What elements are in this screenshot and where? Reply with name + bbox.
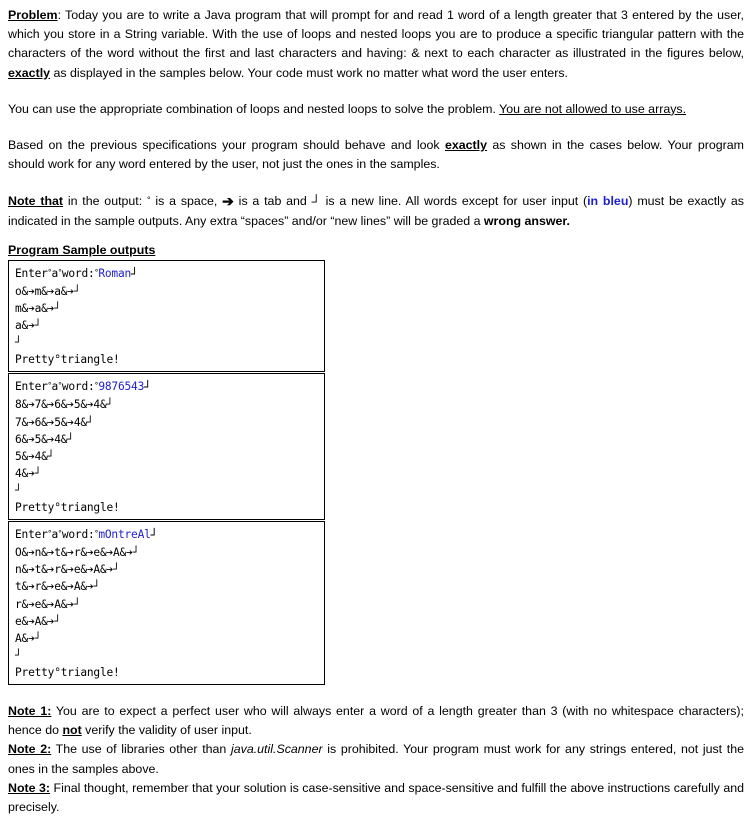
sample-output-line: O&➔n&➔t&➔r&➔e&➔A&➔┘ bbox=[15, 546, 140, 560]
sample-prompt-line: Enter°a°word:°Roman┘ bbox=[15, 264, 324, 283]
note-1: Note 1: You are to expect a perfect user… bbox=[8, 702, 744, 740]
sample-output-list: Enter°a°word:°Roman┘ o&➔m&➔a&➔┘ m&➔a&➔┘ … bbox=[8, 259, 325, 685]
notes-section: Note 1: You are to expect a perfect user… bbox=[8, 702, 744, 817]
note-2-label: Note 2: bbox=[8, 742, 52, 757]
note-2-italic: java.util.Scanner bbox=[230, 742, 323, 757]
note-that-seg4: is a new line. All words except for user… bbox=[320, 194, 588, 209]
note-2: Note 2: The use of libraries other than … bbox=[8, 740, 744, 778]
sample-output-line: o&➔m&➔a&➔┘ bbox=[15, 284, 81, 298]
behavior-paragraph: Based on the previous specifications you… bbox=[8, 136, 744, 174]
sample-output-line: t&➔r&➔e&➔A&➔┘ bbox=[15, 580, 100, 594]
sample-output-line: e&➔A&➔┘ bbox=[15, 614, 61, 628]
arrays-rule-text: You can use the appropriate combination … bbox=[8, 101, 500, 116]
arrays-rule-underlined: You are not allowed to use arrays. bbox=[499, 101, 687, 116]
newline-symbol-icon: ┘ bbox=[150, 528, 158, 543]
sample-output-line: ┘ bbox=[15, 648, 22, 662]
sample-output-line: Pretty°triangle! bbox=[15, 353, 120, 367]
sample-output-line: a&➔┘ bbox=[15, 319, 42, 333]
problem-emphasis: exactly bbox=[8, 65, 51, 80]
prompt-prefix: Enter bbox=[15, 528, 48, 542]
sample-output-box-3: Enter°a°word:°mOntreAl┘ O&➔n&➔t&➔r&➔e&➔A… bbox=[8, 521, 325, 685]
prompt-prefix: Enter bbox=[15, 266, 48, 280]
note-2-text: The use of libraries other than bbox=[51, 742, 231, 757]
wrong-answer-emphasis: wrong answer. bbox=[483, 213, 570, 228]
prompt-word-2: word: bbox=[61, 266, 95, 280]
sample-output-line: Pretty°triangle! bbox=[15, 665, 120, 679]
sample-output-line: ┘ bbox=[15, 483, 22, 497]
sample-output-box-1: Enter°a°word:°Roman┘ o&➔m&➔a&➔┘ m&➔a&➔┘ … bbox=[8, 259, 325, 373]
note-that-seg1: in the output: bbox=[63, 194, 147, 209]
note-that-seg2: is a space, bbox=[150, 194, 223, 209]
sample-output-line: 4&➔┘ bbox=[15, 466, 42, 480]
paragraph-spacer-4 bbox=[8, 231, 744, 242]
newline-symbol-icon: ┘ bbox=[144, 380, 152, 395]
sample-output-line: Pretty°triangle! bbox=[15, 501, 120, 515]
prompt-word-2: word: bbox=[61, 528, 95, 542]
sample-output-line: 6&➔5&➔4&┘ bbox=[15, 432, 74, 446]
note-that-label: Note that bbox=[8, 194, 64, 209]
note-1-label: Note 1: bbox=[8, 703, 52, 718]
note-1-text-after: verify the validity of user input. bbox=[81, 723, 252, 738]
sample-output-line: 5&➔4&┘ bbox=[15, 449, 55, 463]
problem-text: : Today you are to write a Java program … bbox=[8, 8, 744, 61]
paragraph-spacer-3 bbox=[8, 174, 744, 191]
prompt-prefix: Enter bbox=[15, 380, 48, 394]
newline-symbol-icon: ┘ bbox=[311, 194, 321, 210]
prompt-word-2: word: bbox=[61, 380, 95, 394]
problem-paragraph: Problem: Today you are to write a Java p… bbox=[8, 6, 744, 83]
note-that-seg3: is a tab and bbox=[233, 194, 312, 209]
sample-output-line: m&➔a&➔┘ bbox=[15, 302, 61, 316]
sample-output-line: 7&➔6&➔5&➔4&┘ bbox=[15, 415, 94, 429]
arrays-rule-paragraph: You can use the appropriate combination … bbox=[8, 100, 744, 119]
user-input-value: 9876543 bbox=[98, 380, 145, 394]
behavior-emphasis: exactly bbox=[444, 138, 488, 153]
paragraph-spacer-2 bbox=[8, 119, 744, 136]
note-3-label: Note 3: bbox=[8, 780, 51, 795]
sample-output-line: ┘ bbox=[15, 336, 22, 350]
note-that-paragraph: Note that in the output: ° is a space, ➔… bbox=[8, 191, 744, 230]
tab-symbol-icon: ➔ bbox=[222, 193, 234, 210]
problem-label: Problem bbox=[8, 8, 58, 22]
samples-heading: Program Sample outputs bbox=[8, 242, 156, 257]
sample-output-line: n&➔t&➔r&➔e&➔A&➔┘ bbox=[15, 563, 120, 577]
sample-output-line: 8&➔7&➔6&➔5&➔4&┘ bbox=[15, 398, 114, 412]
user-input-value: Roman bbox=[98, 266, 132, 280]
sample-output-box-2: Enter°a°word:°9876543┘ 8&➔7&➔6&➔5&➔4&┘ 7… bbox=[8, 373, 325, 521]
sample-prompt-line: Enter°a°word:°9876543┘ bbox=[15, 377, 324, 396]
sample-prompt-line: Enter°a°word:°mOntreAl┘ bbox=[15, 525, 324, 544]
note-3-text: Final thought, remember that your soluti… bbox=[8, 780, 744, 814]
in-bleu-label: in bleu bbox=[587, 194, 629, 209]
sample-output-line: r&➔e&➔A&➔┘ bbox=[15, 597, 81, 611]
newline-symbol-icon: ┘ bbox=[131, 266, 139, 281]
user-input-value: mOntreAl bbox=[98, 528, 151, 542]
problem-text-after: as displayed in the samples below. Your … bbox=[50, 65, 568, 80]
sample-output-line: A&➔┘ bbox=[15, 631, 42, 645]
behavior-text-before: Based on the previous specifications you… bbox=[8, 138, 445, 153]
note-1-emphasis: not bbox=[62, 723, 82, 738]
note-3: Note 3: Final thought, remember that you… bbox=[8, 779, 744, 817]
document-page: Problem: Today you are to write a Java p… bbox=[0, 0, 752, 817]
